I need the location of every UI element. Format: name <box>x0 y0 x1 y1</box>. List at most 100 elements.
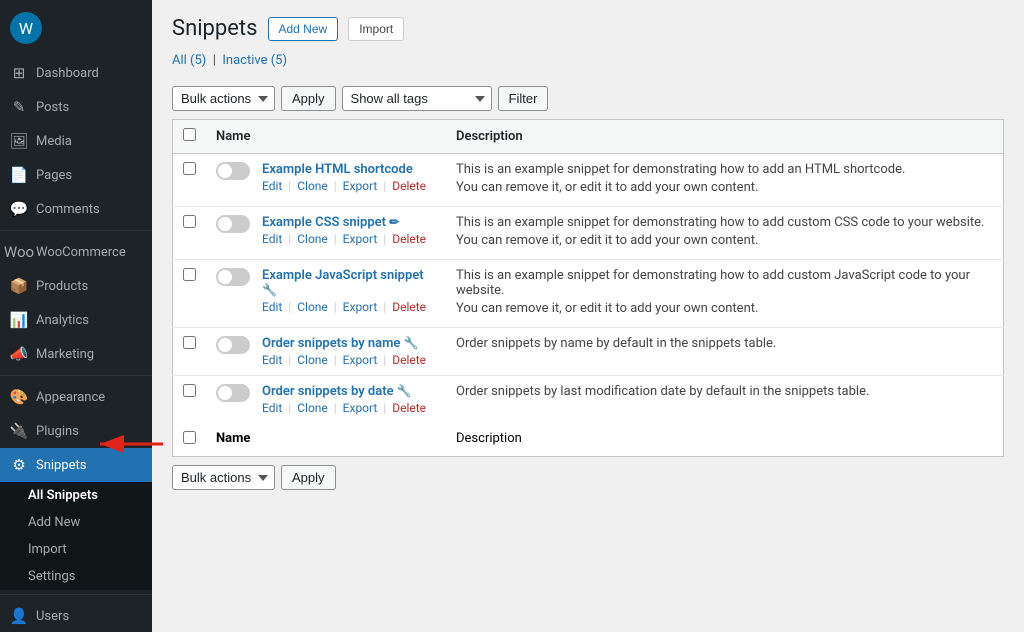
row-checkbox-5[interactable] <box>183 384 196 397</box>
bottom-toolbar: Bulk actions Activate Deactivate Delete … <box>172 457 1004 498</box>
add-new-button[interactable]: Add New <box>268 17 339 41</box>
submenu-item-import[interactable]: Import <box>0 536 152 563</box>
submenu-item-all-snippets[interactable]: All Snippets <box>0 482 152 509</box>
sidebar-label-snippets: Snippets <box>36 458 87 473</box>
filter-all-link[interactable]: All (5) <box>172 53 206 68</box>
sidebar-item-users[interactable]: 👤 Users <box>0 599 152 632</box>
desc-line1-2: This is an example snippet for demonstra… <box>456 215 993 230</box>
sidebar-item-woocommerce[interactable]: Woo WooCommerce <box>0 235 152 269</box>
users-icon: 👤 <box>10 607 28 625</box>
snippet-toggle-4[interactable] <box>216 336 250 354</box>
snippet-title-3: Example JavaScript snippet 🔧 <box>262 268 436 298</box>
snippet-name-cell-3: Example JavaScript snippet 🔧 Edit | Clon… <box>216 268 436 314</box>
sidebar-label-marketing: Marketing <box>36 347 94 362</box>
snippet-actions-1: Edit | Clone | Export | Delete <box>262 179 436 193</box>
bulk-actions-dropdown-bottom[interactable]: Bulk actions Activate Deactivate Delete <box>172 465 275 490</box>
export-link-5[interactable]: Export <box>343 401 378 415</box>
export-link-4[interactable]: Export <box>343 353 378 367</box>
filter-links: All (5) | Inactive (5) <box>172 53 1004 68</box>
tag-filter-dropdown[interactable]: Show all tags <box>342 86 492 111</box>
sidebar-item-posts[interactable]: ✎ Posts <box>0 90 152 124</box>
submenu-item-settings[interactable]: Settings <box>0 563 152 590</box>
snippet-toggle-2[interactable] <box>216 215 250 233</box>
export-link-3[interactable]: Export <box>343 300 378 314</box>
snippet-title-link-5[interactable]: Order snippets by date 🔧 <box>262 384 412 399</box>
snippets-icon: ⚙ <box>10 456 28 474</box>
sidebar-label-woocommerce: WooCommerce <box>36 245 126 260</box>
row-checkbox-1[interactable] <box>183 162 196 175</box>
snippet-title-link-2[interactable]: Example CSS snippet ✏ <box>262 215 399 230</box>
sidebar-item-dashboard[interactable]: ⊞ Dashboard <box>0 56 152 90</box>
col-header-name: Name <box>206 120 446 154</box>
sidebar-item-products[interactable]: 📦 Products <box>0 269 152 303</box>
snippet-title-link-1[interactable]: Example HTML shortcode <box>262 162 413 177</box>
sidebar-item-snippets[interactable]: ⚙ Snippets <box>0 448 152 482</box>
sidebar-label-dashboard: Dashboard <box>36 66 99 81</box>
snippet-toggle-1[interactable] <box>216 162 250 180</box>
export-link-2[interactable]: Export <box>343 232 378 246</box>
table-row: Order snippets by name 🔧 Edit | Clone | … <box>173 328 1004 376</box>
clone-link-5[interactable]: Clone <box>297 401 328 415</box>
snippet-info-5: Order snippets by date 🔧 Edit | Clone | … <box>262 384 436 415</box>
bulk-actions-dropdown-top[interactable]: Bulk actions Activate Deactivate Delete <box>172 86 275 111</box>
snippet-name-cell-1: Example HTML shortcode Edit | Clone | Ex… <box>216 162 436 193</box>
filter-button[interactable]: Filter <box>498 86 549 111</box>
sidebar-item-plugins[interactable]: 🔌 Plugins <box>0 414 152 448</box>
row-checkbox-4[interactable] <box>183 336 196 349</box>
main-content: Snippets Add New Import All (5) | Inacti… <box>152 0 1024 632</box>
clone-link-2[interactable]: Clone <box>297 232 328 246</box>
sidebar-item-pages[interactable]: 📄 Pages <box>0 158 152 192</box>
sidebar-item-marketing[interactable]: 📣 Marketing <box>0 337 152 371</box>
import-button[interactable]: Import <box>348 17 404 41</box>
edit-link-5[interactable]: Edit <box>262 401 282 415</box>
snippet-actions-5: Edit | Clone | Export | Delete <box>262 401 436 415</box>
snippet-info-2: Example CSS snippet ✏ Edit | Clone | Exp… <box>262 215 436 246</box>
desc-line1-5: Order snippets by last modification date… <box>456 384 993 399</box>
delete-link-5[interactable]: Delete <box>392 401 426 415</box>
snippet-title-link-4[interactable]: Order snippets by name 🔧 <box>262 336 419 351</box>
snippet-name-cell-4: Order snippets by name 🔧 Edit | Clone | … <box>216 336 436 367</box>
delete-link-3[interactable]: Delete <box>392 300 426 314</box>
select-all-bottom-checkbox[interactable] <box>183 431 196 444</box>
export-link-1[interactable]: Export <box>343 179 378 193</box>
sidebar-item-comments[interactable]: 💬 Comments <box>0 192 152 226</box>
sidebar-item-analytics[interactable]: 📊 Analytics <box>0 303 152 337</box>
apply-button-bottom[interactable]: Apply <box>281 465 336 490</box>
footer-cb <box>173 423 207 457</box>
snippet-name-cell-2: Example CSS snippet ✏ Edit | Clone | Exp… <box>216 215 436 246</box>
snippet-title-link-3[interactable]: Example JavaScript snippet 🔧 <box>262 268 424 298</box>
row-checkbox-3[interactable] <box>183 268 196 281</box>
edit-link-1[interactable]: Edit <box>262 179 282 193</box>
table-row: Example CSS snippet ✏ Edit | Clone | Exp… <box>173 207 1004 260</box>
edit-link-2[interactable]: Edit <box>262 232 282 246</box>
clone-link-1[interactable]: Clone <box>297 179 328 193</box>
delete-link-2[interactable]: Delete <box>392 232 426 246</box>
clone-link-4[interactable]: Clone <box>297 353 328 367</box>
snippet-toggle-3[interactable] <box>216 268 250 286</box>
desc-line2-1: You can remove it, or edit it to add you… <box>456 180 993 195</box>
filter-inactive-link[interactable]: Inactive (5) <box>222 53 287 68</box>
row-checkbox-2[interactable] <box>183 215 196 228</box>
clone-link-3[interactable]: Clone <box>297 300 328 314</box>
snippet-info-3: Example JavaScript snippet 🔧 Edit | Clon… <box>262 268 436 314</box>
desc-line1-4: Order snippets by name by default in the… <box>456 336 993 351</box>
edit-link-4[interactable]: Edit <box>262 353 282 367</box>
col-header-checkbox <box>173 120 207 154</box>
delete-link-1[interactable]: Delete <box>392 179 426 193</box>
apply-button-top[interactable]: Apply <box>281 86 336 111</box>
snippet-title-2: Example CSS snippet ✏ <box>262 215 436 230</box>
sidebar-item-appearance[interactable]: 🎨 Appearance <box>0 380 152 414</box>
snippet-toggle-5[interactable] <box>216 384 250 402</box>
edit-link-3[interactable]: Edit <box>262 300 282 314</box>
sidebar-item-media[interactable]: 🖼 Media <box>0 124 152 158</box>
select-all-checkbox[interactable] <box>183 128 196 141</box>
snippet-actions-3: Edit | Clone | Export | Delete <box>262 300 436 314</box>
woocommerce-icon: Woo <box>10 243 28 261</box>
desc-line1-3: This is an example snippet for demonstra… <box>456 268 993 298</box>
sidebar-divider-3 <box>0 594 152 595</box>
sidebar-label-products: Products <box>36 279 88 294</box>
toggle-knob-5 <box>218 386 232 400</box>
table-row: Example JavaScript snippet 🔧 Edit | Clon… <box>173 260 1004 328</box>
submenu-item-add-new[interactable]: Add New <box>0 509 152 536</box>
delete-link-4[interactable]: Delete <box>392 353 426 367</box>
